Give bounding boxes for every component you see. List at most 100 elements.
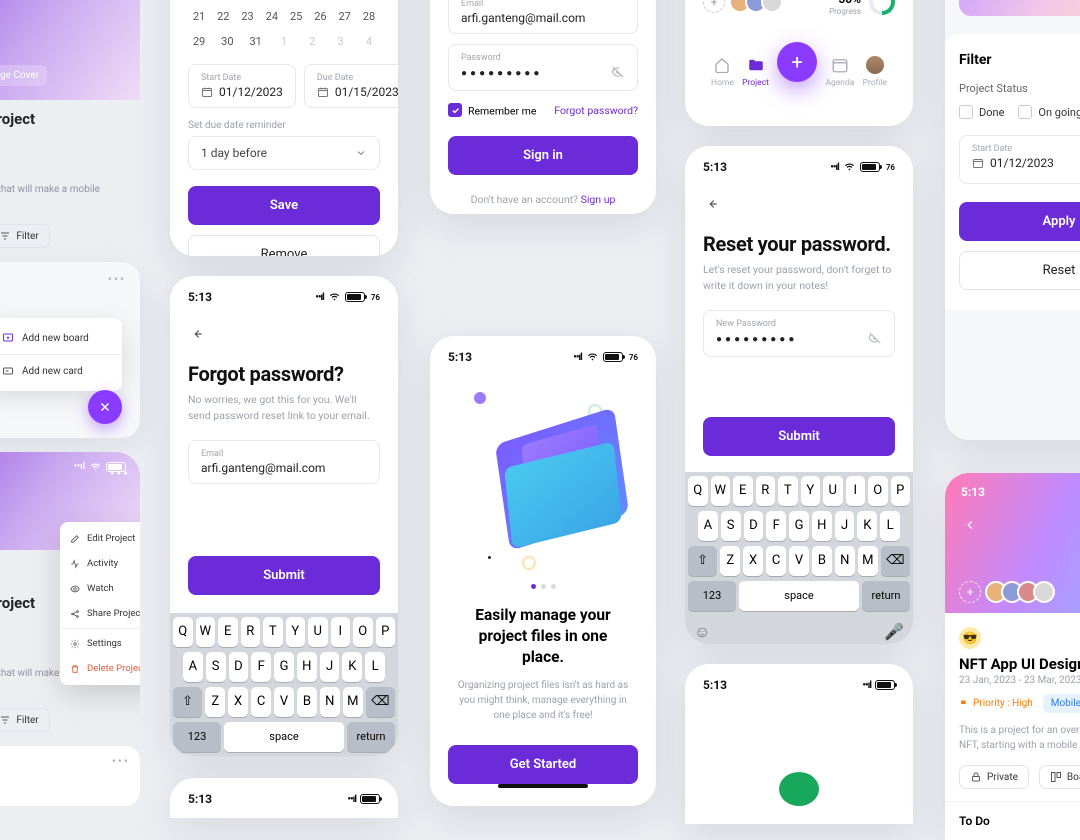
remember-me-checkbox[interactable]: Remember me — [448, 103, 536, 118]
task-card[interactable]: ••• — [0, 746, 140, 806]
more-icon[interactable]: ••• — [110, 466, 130, 482]
key-y[interactable]: Y — [801, 476, 821, 506]
space-key[interactable]: space — [739, 581, 859, 611]
key-w[interactable]: W — [711, 476, 731, 506]
key-c[interactable]: C — [766, 546, 786, 576]
key-g[interactable]: G — [274, 652, 294, 682]
password-field[interactable]: Password ●●●●●●●●● — [448, 44, 638, 91]
key-s[interactable]: S — [721, 511, 741, 541]
back-button[interactable] — [188, 326, 206, 344]
key-p[interactable]: P — [891, 476, 911, 506]
key-m[interactable]: M — [343, 687, 363, 717]
key-f[interactable]: F — [251, 652, 271, 682]
save-button[interactable]: Save — [188, 186, 380, 225]
shift-key[interactable]: ⇧ — [688, 546, 717, 576]
key-b[interactable]: B — [812, 546, 832, 576]
key-t[interactable]: T — [778, 476, 798, 506]
remove-button[interactable]: Remove — [188, 235, 380, 256]
backspace-key[interactable]: ⌫ — [881, 546, 910, 576]
key-u[interactable]: U — [823, 476, 843, 506]
key-o[interactable]: O — [353, 617, 373, 647]
nav-project[interactable]: Project — [742, 56, 769, 88]
edit-project-item[interactable]: Edit Project — [60, 526, 140, 551]
avatar[interactable] — [761, 0, 783, 13]
key-n[interactable]: N — [320, 687, 340, 717]
start-date-field[interactable]: Start Date 01/12/2023 — [188, 64, 296, 108]
share-item[interactable]: Share Project — [60, 601, 140, 626]
return-key[interactable]: return — [862, 581, 910, 611]
email-field[interactable]: Email arfi.ganteng@mail.com — [448, 0, 638, 34]
key-x[interactable]: X — [743, 546, 763, 576]
key-q[interactable]: Q — [173, 617, 193, 647]
nav-agenda[interactable]: Agenda — [825, 56, 854, 88]
key-l[interactable]: L — [880, 511, 900, 541]
watch-item[interactable]: Watch — [60, 576, 140, 601]
settings-item[interactable]: Settings — [60, 631, 140, 656]
key-r[interactable]: R — [241, 617, 261, 647]
key-j[interactable]: J — [835, 511, 855, 541]
signin-button[interactable]: Sign in — [448, 136, 638, 175]
key-w[interactable]: W — [196, 617, 216, 647]
backspace-key[interactable]: ⌫ — [366, 687, 395, 717]
key-c[interactable]: C — [251, 687, 271, 717]
new-password-field[interactable]: New Password ●●●●●●●●● — [703, 310, 895, 357]
done-checkbox[interactable]: Done — [959, 105, 1004, 119]
key-p[interactable]: P — [376, 617, 396, 647]
key-v[interactable]: V — [789, 546, 809, 576]
add-member-button[interactable]: + — [703, 0, 725, 13]
nav-home[interactable]: Home — [711, 56, 734, 88]
filter-start-date[interactable]: Start Date 01/12/2023 — [959, 135, 1080, 184]
add-member-button[interactable]: + — [959, 581, 981, 603]
key-s[interactable]: S — [206, 652, 226, 682]
key-i[interactable]: I — [331, 617, 351, 647]
key-u[interactable]: U — [308, 617, 328, 647]
key-d[interactable]: D — [229, 652, 249, 682]
key-k[interactable]: K — [857, 511, 877, 541]
activity-item[interactable]: Activity — [60, 551, 140, 576]
close-fab[interactable] — [88, 390, 122, 424]
key-t[interactable]: T — [263, 617, 283, 647]
key-v[interactable]: V — [274, 687, 294, 717]
reset-button[interactable]: Reset — [959, 251, 1080, 290]
back-button[interactable] — [961, 517, 979, 535]
delete-project-item[interactable]: Delete Project — [60, 656, 140, 681]
mic-icon[interactable]: 🎤 — [884, 622, 904, 642]
key-o[interactable]: O — [868, 476, 888, 506]
project-tag[interactable]: Mobile App — [1043, 694, 1080, 713]
private-button[interactable]: Private — [959, 765, 1029, 789]
eye-off-icon[interactable] — [611, 65, 625, 82]
key-q[interactable]: Q — [688, 476, 708, 506]
submit-button[interactable]: Submit — [703, 417, 895, 456]
apply-button[interactable]: Apply — [959, 202, 1080, 241]
add-board-item[interactable]: Add new board — [0, 324, 122, 352]
key-n[interactable]: N — [835, 546, 855, 576]
due-date-field[interactable]: Due Date 01/15/2023 — [304, 64, 398, 108]
board-view-button[interactable]: Board — [1039, 765, 1080, 789]
key-g[interactable]: G — [789, 511, 809, 541]
nav-profile[interactable]: Profile — [863, 56, 887, 88]
key-i[interactable]: I — [846, 476, 866, 506]
emoji-icon[interactable]: ☺ — [694, 622, 710, 642]
key-f[interactable]: F — [766, 511, 786, 541]
reminder-select[interactable]: 1 day before — [188, 136, 380, 170]
key-y[interactable]: Y — [286, 617, 306, 647]
keyboard[interactable]: QWERTYUIOP ASDFGHJKL ⇧ZXCVBNM⌫ 123spacer… — [170, 613, 398, 757]
more-icon[interactable]: ••• — [112, 754, 130, 768]
key-k[interactable]: K — [342, 652, 362, 682]
add-card-item[interactable]: Add new card — [0, 357, 122, 385]
key-l[interactable]: L — [365, 652, 385, 682]
filter-button[interactable]: Filter — [0, 708, 50, 732]
filter-button[interactable]: Filter — [0, 224, 50, 248]
numbers-key[interactable]: 123 — [173, 722, 221, 752]
space-key[interactable]: space — [224, 722, 344, 752]
change-cover-button[interactable]: Change Cover — [0, 65, 47, 86]
key-e[interactable]: E — [733, 476, 753, 506]
add-fab[interactable]: + — [777, 42, 817, 82]
numbers-key[interactable]: 123 — [688, 581, 736, 611]
signup-link[interactable]: Sign up — [581, 193, 616, 206]
eye-off-icon[interactable] — [868, 331, 882, 348]
key-h[interactable]: H — [812, 511, 832, 541]
key-h[interactable]: H — [297, 652, 317, 682]
get-started-button[interactable]: Get Started — [448, 745, 638, 784]
key-d[interactable]: D — [744, 511, 764, 541]
